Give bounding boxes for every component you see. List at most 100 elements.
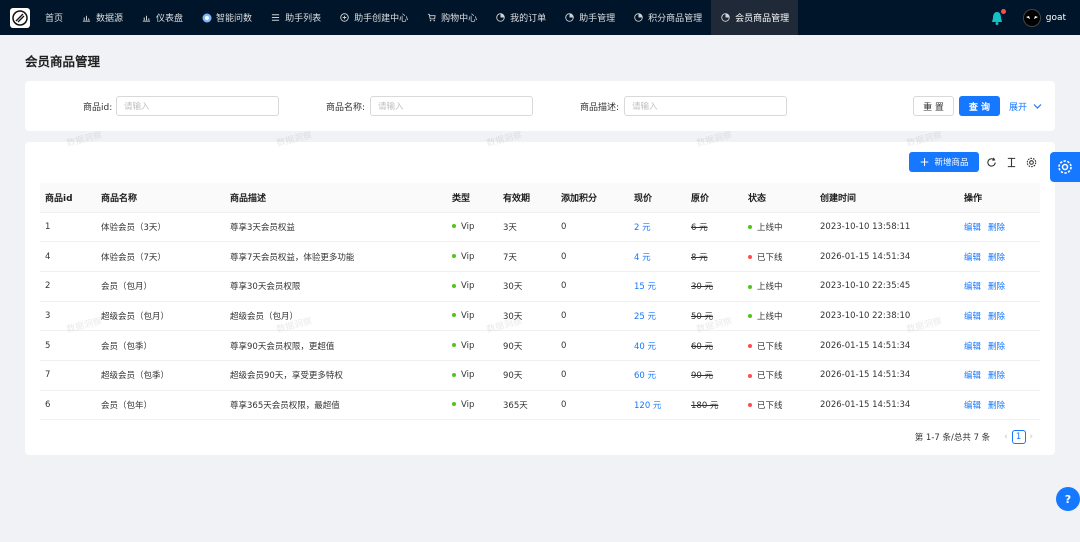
cell-price: 40 元 bbox=[634, 341, 657, 352]
ai-icon bbox=[201, 12, 212, 23]
density-icon[interactable] bbox=[1005, 156, 1017, 168]
column-header: 添加积分 bbox=[556, 183, 629, 213]
nav-item-label: 仪表盘 bbox=[156, 14, 184, 24]
cell-points: 0 bbox=[561, 370, 567, 381]
nav-item-0[interactable]: 首页 bbox=[36, 0, 72, 35]
cell-status: 上线中 bbox=[757, 311, 783, 322]
nav-item-label: 助手管理 bbox=[579, 14, 616, 24]
cell-period: 365天 bbox=[503, 400, 528, 411]
cell-id: 7 bbox=[45, 370, 51, 381]
setting-icon[interactable] bbox=[1025, 156, 1037, 168]
notification-badge bbox=[1000, 8, 1006, 14]
product-id-input[interactable]: 请输入 bbox=[116, 96, 279, 116]
type-dot-icon bbox=[452, 283, 456, 288]
product-name-label: 商品名称: bbox=[326, 103, 366, 113]
search-panel: 商品id: 请输入 商品名称: 请输入 商品描述: 请输入 重 置 查 询 展开 bbox=[25, 81, 1055, 131]
table-row: 3 超级会员（包月） 超级会员（包月） Vip 30天 0 25 元 50 元 上线中 2023-… bbox=[40, 301, 1040, 332]
cell-created: 2026-01-15 14:51:34 bbox=[820, 399, 911, 410]
cell-original-price: 6 元 bbox=[691, 222, 708, 233]
reset-button[interactable]: 重 置 bbox=[913, 96, 954, 116]
cell-price: 60 元 bbox=[634, 371, 657, 382]
logo-icon[interactable] bbox=[10, 7, 30, 28]
cell-points: 0 bbox=[561, 221, 567, 232]
query-button[interactable]: 查 询 bbox=[959, 96, 1000, 116]
status-dot-icon bbox=[748, 344, 752, 349]
product-desc-label: 商品描述: bbox=[580, 103, 620, 113]
cell-type: Vip bbox=[461, 370, 475, 381]
column-header: 有效期 bbox=[498, 183, 556, 213]
cell-desc: 尊享3天会员权益 bbox=[230, 222, 295, 233]
cell-type: Vip bbox=[461, 221, 475, 232]
nav-item-9[interactable]: 积分商品管理 bbox=[624, 0, 711, 35]
cell-original-price: 8 元 bbox=[691, 252, 708, 263]
edit-link[interactable]: 编辑 bbox=[964, 312, 981, 322]
column-header: 原价 bbox=[686, 183, 743, 213]
cell-points: 0 bbox=[561, 281, 567, 292]
delete-link[interactable]: 删除 bbox=[988, 371, 1005, 381]
cell-period: 30天 bbox=[503, 282, 523, 293]
type-dot-icon bbox=[452, 372, 456, 377]
type-dot-icon bbox=[452, 313, 456, 318]
nav-item-label: 数据源 bbox=[96, 14, 124, 24]
nav-item-8[interactable]: 助手管理 bbox=[555, 0, 624, 35]
page-number[interactable]: 1 bbox=[1011, 430, 1026, 444]
cell-id: 3 bbox=[45, 310, 51, 321]
nav-item-3[interactable]: 智能问数 bbox=[192, 0, 261, 35]
pie-icon bbox=[633, 12, 644, 23]
product-name-placeholder: 请输入 bbox=[378, 102, 404, 112]
cell-name: 超级会员（包季） bbox=[101, 371, 170, 382]
expand-toggle[interactable]: 展开 bbox=[1009, 100, 1042, 113]
cell-desc: 尊享7天会员权益，体验更多功能 bbox=[230, 252, 355, 263]
nav-item-2[interactable]: 仪表盘 bbox=[132, 0, 192, 35]
delete-link[interactable]: 删除 bbox=[988, 282, 1005, 292]
nav-item-10[interactable]: 会员商品管理 bbox=[711, 0, 799, 35]
bar-chart-icon bbox=[141, 12, 152, 23]
cell-desc: 尊享30天会员权限 bbox=[230, 282, 301, 293]
cell-name: 会员（包月） bbox=[101, 282, 153, 293]
next-page-icon[interactable]: › bbox=[1030, 432, 1033, 442]
cell-id: 2 bbox=[45, 281, 51, 292]
column-header: 商品id bbox=[40, 183, 96, 213]
column-header: 商品描述 bbox=[225, 183, 447, 213]
column-header: 现价 bbox=[629, 183, 686, 213]
user-name[interactable]: goat bbox=[1046, 13, 1066, 23]
nav-item-1[interactable]: 数据源 bbox=[72, 0, 132, 35]
reload-icon[interactable] bbox=[985, 156, 997, 168]
nav-item-7[interactable]: 我的订单 bbox=[486, 0, 555, 35]
delete-link[interactable]: 删除 bbox=[988, 223, 1005, 233]
edit-link[interactable]: 编辑 bbox=[964, 342, 981, 352]
delete-link[interactable]: 删除 bbox=[988, 253, 1005, 263]
delete-link[interactable]: 删除 bbox=[988, 312, 1005, 322]
prev-page-icon[interactable]: ‹ bbox=[1004, 432, 1007, 442]
cell-status: 已下线 bbox=[757, 341, 783, 352]
column-header: 类型 bbox=[447, 183, 498, 213]
chevron-down-icon bbox=[1033, 104, 1042, 109]
cell-type: Vip bbox=[461, 399, 475, 410]
type-dot-icon bbox=[452, 254, 456, 259]
edit-link[interactable]: 编辑 bbox=[964, 282, 981, 292]
cell-status: 已下线 bbox=[757, 371, 783, 382]
cell-created: 2026-01-15 14:51:34 bbox=[820, 340, 911, 351]
add-product-button[interactable]: + 新增商品 bbox=[909, 152, 979, 172]
help-icon[interactable]: ? bbox=[1056, 487, 1080, 511]
product-desc-input[interactable]: 请输入 bbox=[624, 96, 787, 116]
settings-drawer-icon[interactable] bbox=[1050, 152, 1080, 182]
product-name-input[interactable]: 请输入 bbox=[370, 96, 533, 116]
nav-item-6[interactable]: 购物中心 bbox=[417, 0, 486, 35]
notification-icon[interactable] bbox=[989, 8, 1006, 26]
edit-link[interactable]: 编辑 bbox=[964, 253, 981, 263]
delete-link[interactable]: 删除 bbox=[988, 401, 1005, 411]
nav-item-label: 助手创建中心 bbox=[354, 14, 409, 24]
nav-item-5[interactable]: 助手创建中心 bbox=[330, 0, 417, 35]
edit-link[interactable]: 编辑 bbox=[964, 223, 981, 233]
delete-link[interactable]: 删除 bbox=[988, 342, 1005, 352]
edit-link[interactable]: 编辑 bbox=[964, 371, 981, 381]
nav-item-4[interactable]: 助手列表 bbox=[261, 0, 330, 35]
cell-original-price: 180 元 bbox=[691, 400, 719, 411]
page-title: 会员商品管理 bbox=[25, 54, 101, 69]
cell-period: 90天 bbox=[503, 341, 523, 352]
status-dot-icon bbox=[748, 225, 752, 230]
cell-period: 30天 bbox=[503, 311, 523, 322]
avatar[interactable] bbox=[1022, 8, 1041, 27]
edit-link[interactable]: 编辑 bbox=[964, 401, 981, 411]
